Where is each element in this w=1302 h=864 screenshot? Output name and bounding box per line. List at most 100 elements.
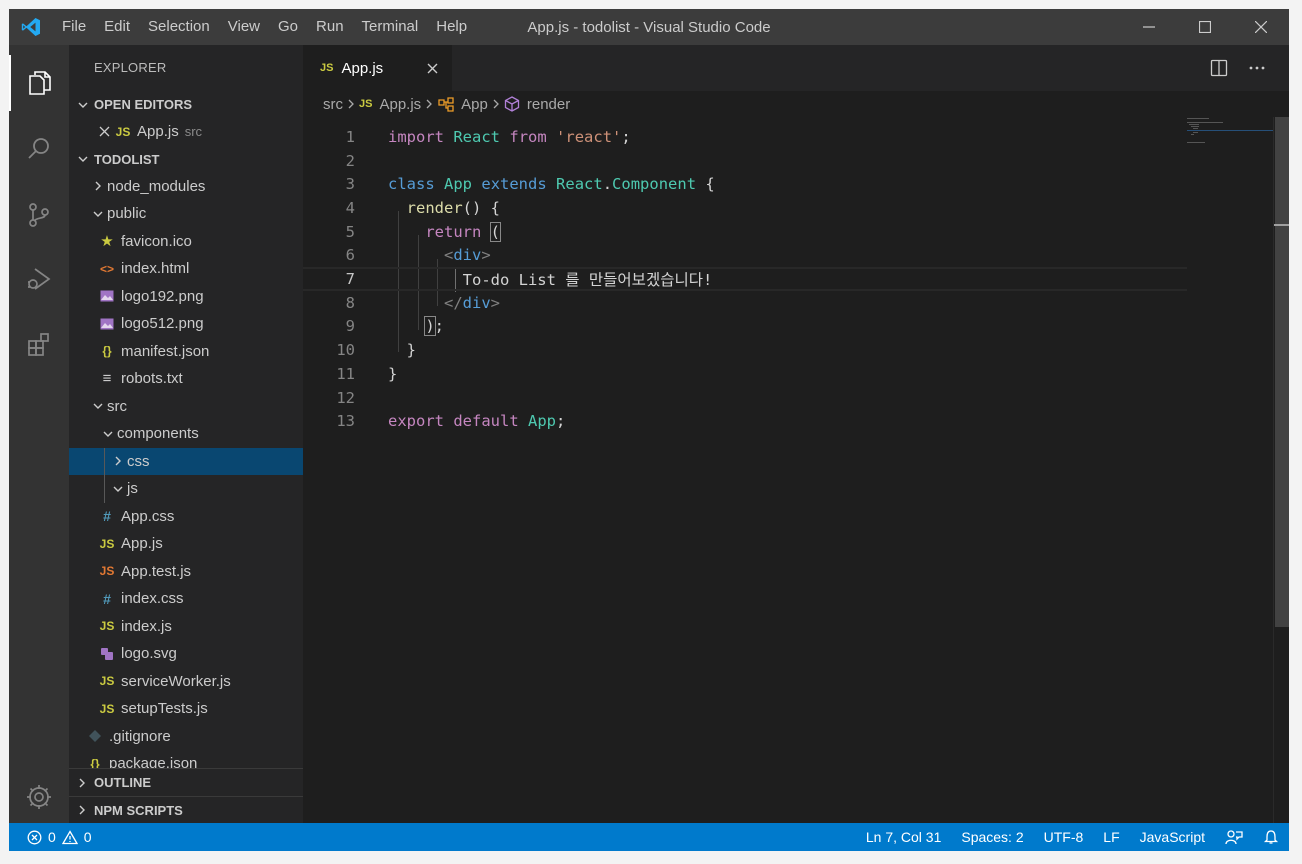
- close-window-button[interactable]: [1233, 9, 1289, 45]
- extensions-icon[interactable]: [9, 317, 69, 373]
- breadcrumb-file-label: App.js: [379, 95, 422, 113]
- tree-folder-components[interactable]: components: [69, 420, 303, 448]
- open-editors-header[interactable]: OPEN EDITORS: [69, 91, 303, 118]
- error-count: 0: [48, 829, 56, 845]
- scrollbar-thumb[interactable]: [1275, 117, 1289, 627]
- line-text: class App extends React.Component {: [388, 175, 715, 194]
- tree-file-logo192[interactable]: logo192.png: [69, 283, 303, 311]
- code-line: 11 }: [303, 362, 1187, 386]
- editor-scrollbar[interactable]: [1273, 117, 1289, 823]
- tree-label: js: [127, 480, 138, 498]
- line-number: 7: [345, 270, 355, 289]
- menu-run[interactable]: Run: [307, 9, 353, 45]
- menu-edit[interactable]: Edit: [95, 9, 139, 45]
- line-text: export default App;: [388, 412, 566, 431]
- breadcrumb-method[interactable]: render: [504, 96, 570, 113]
- chevron-down-icon: [77, 153, 94, 165]
- tree-label: css: [127, 452, 150, 470]
- problems-indicator[interactable]: 0 0: [9, 829, 92, 845]
- tree-folder-node-modules[interactable]: node_modules: [69, 173, 303, 201]
- breadcrumb-file[interactable]: JS App.js: [359, 96, 421, 113]
- sidebar-bottom-sections: OUTLINE NPM SCRIPTS: [69, 768, 303, 823]
- menu-help[interactable]: Help: [427, 9, 476, 45]
- open-editor-filename: App.js: [137, 123, 179, 141]
- tree-file-app-js[interactable]: JS App.js: [69, 530, 303, 558]
- chevron-right-icon: [109, 455, 127, 467]
- feedback-icon[interactable]: [1215, 823, 1253, 851]
- js-file-icon: JS: [115, 124, 131, 139]
- explorer-icon[interactable]: [9, 55, 69, 111]
- tree-file-app-css[interactable]: # App.css: [69, 503, 303, 531]
- tree-file-setup-tests[interactable]: JS setupTests.js: [69, 695, 303, 723]
- encoding[interactable]: UTF-8: [1034, 823, 1094, 851]
- minimap-line: [1191, 134, 1194, 135]
- tree-file-gitignore[interactable]: .gitignore: [69, 723, 303, 751]
- menu-terminal[interactable]: Terminal: [353, 9, 428, 45]
- project-header[interactable]: TODOLIST: [69, 146, 303, 173]
- minimap[interactable]: [1181, 117, 1273, 157]
- menu-go[interactable]: Go: [269, 9, 307, 45]
- editor-actions: [1207, 45, 1269, 91]
- line-ending[interactable]: LF: [1093, 823, 1129, 851]
- minimap-line: [1193, 128, 1198, 129]
- tree-label: index.html: [121, 260, 190, 278]
- breadcrumb: src JS App.js App render: [303, 91, 1289, 117]
- tree-file-robots[interactable]: ≡ robots.txt: [69, 365, 303, 393]
- open-editor-item[interactable]: JS App.js src: [69, 118, 303, 146]
- css-file-icon: #: [103, 590, 111, 607]
- tree-folder-css[interactable]: css: [69, 447, 303, 475]
- js-file-icon: JS: [99, 701, 115, 716]
- line-text: );: [424, 316, 445, 337]
- tree-file-service-worker[interactable]: JS serviceWorker.js: [69, 668, 303, 696]
- tree-label: logo512.png: [121, 315, 204, 333]
- tree-file-favicon[interactable]: ★ favicon.ico: [69, 228, 303, 256]
- minimize-button[interactable]: [1121, 9, 1177, 45]
- tree-file-logo512[interactable]: logo512.png: [69, 310, 303, 338]
- chevron-right-icon: [77, 777, 94, 789]
- npm-scripts-header[interactable]: NPM SCRIPTS: [69, 796, 303, 823]
- tree-file-manifest[interactable]: {} manifest.json: [69, 338, 303, 366]
- breadcrumb-folder[interactable]: src: [323, 96, 343, 113]
- tree-label: App.js: [121, 535, 163, 553]
- outline-header[interactable]: OUTLINE: [69, 769, 303, 796]
- settings-gear-icon[interactable]: [9, 769, 69, 825]
- close-icon[interactable]: [95, 126, 113, 137]
- tree-folder-public[interactable]: public: [69, 200, 303, 228]
- search-icon[interactable]: [9, 121, 69, 177]
- tab-app-js[interactable]: JS App.js: [303, 45, 452, 91]
- menu-selection[interactable]: Selection: [139, 9, 219, 45]
- source-control-icon[interactable]: [9, 187, 69, 243]
- chevron-down-icon: [109, 483, 127, 495]
- tree-file-app-test-js[interactable]: JS App.test.js: [69, 558, 303, 586]
- chevron-down-icon: [99, 428, 117, 440]
- tree-file-logo-svg[interactable]: logo.svg: [69, 640, 303, 668]
- indentation[interactable]: Spaces: 2: [951, 823, 1033, 851]
- code-line: 12: [303, 386, 1187, 410]
- tree-file-index-js[interactable]: JS index.js: [69, 613, 303, 641]
- code-line: 8 </div>: [303, 291, 1187, 315]
- minimap-current-line: [1187, 130, 1273, 131]
- tab-label: App.js: [341, 59, 384, 77]
- close-tab-icon[interactable]: [422, 58, 442, 78]
- html-file-icon: <>: [99, 261, 114, 276]
- menu-file[interactable]: File: [53, 9, 95, 45]
- line-number: 3: [345, 175, 355, 194]
- run-debug-icon[interactable]: [9, 251, 69, 307]
- notifications-bell-icon[interactable]: [1253, 823, 1289, 851]
- code-line: 6 <div>: [303, 244, 1187, 268]
- language-mode[interactable]: JavaScript: [1130, 823, 1215, 851]
- breadcrumb-class[interactable]: App: [437, 96, 488, 113]
- vscode-window: File Edit Selection View Go Run Terminal…: [9, 9, 1289, 851]
- tree-file-index-css[interactable]: # index.css: [69, 585, 303, 613]
- more-actions-icon[interactable]: [1245, 56, 1269, 80]
- tree-file-index-html[interactable]: <> index.html: [69, 255, 303, 283]
- cursor-position[interactable]: Ln 7, Col 31: [856, 823, 952, 851]
- menu-view[interactable]: View: [219, 9, 269, 45]
- split-editor-icon[interactable]: [1207, 56, 1231, 80]
- line-number: 10: [336, 341, 355, 360]
- tree-folder-js[interactable]: js: [69, 475, 303, 503]
- maximize-button[interactable]: [1177, 9, 1233, 45]
- code-editor[interactable]: 1 import React from 'react'; 2 3 class A…: [303, 117, 1273, 823]
- line-text: }: [388, 364, 398, 383]
- tree-folder-src[interactable]: src: [69, 393, 303, 421]
